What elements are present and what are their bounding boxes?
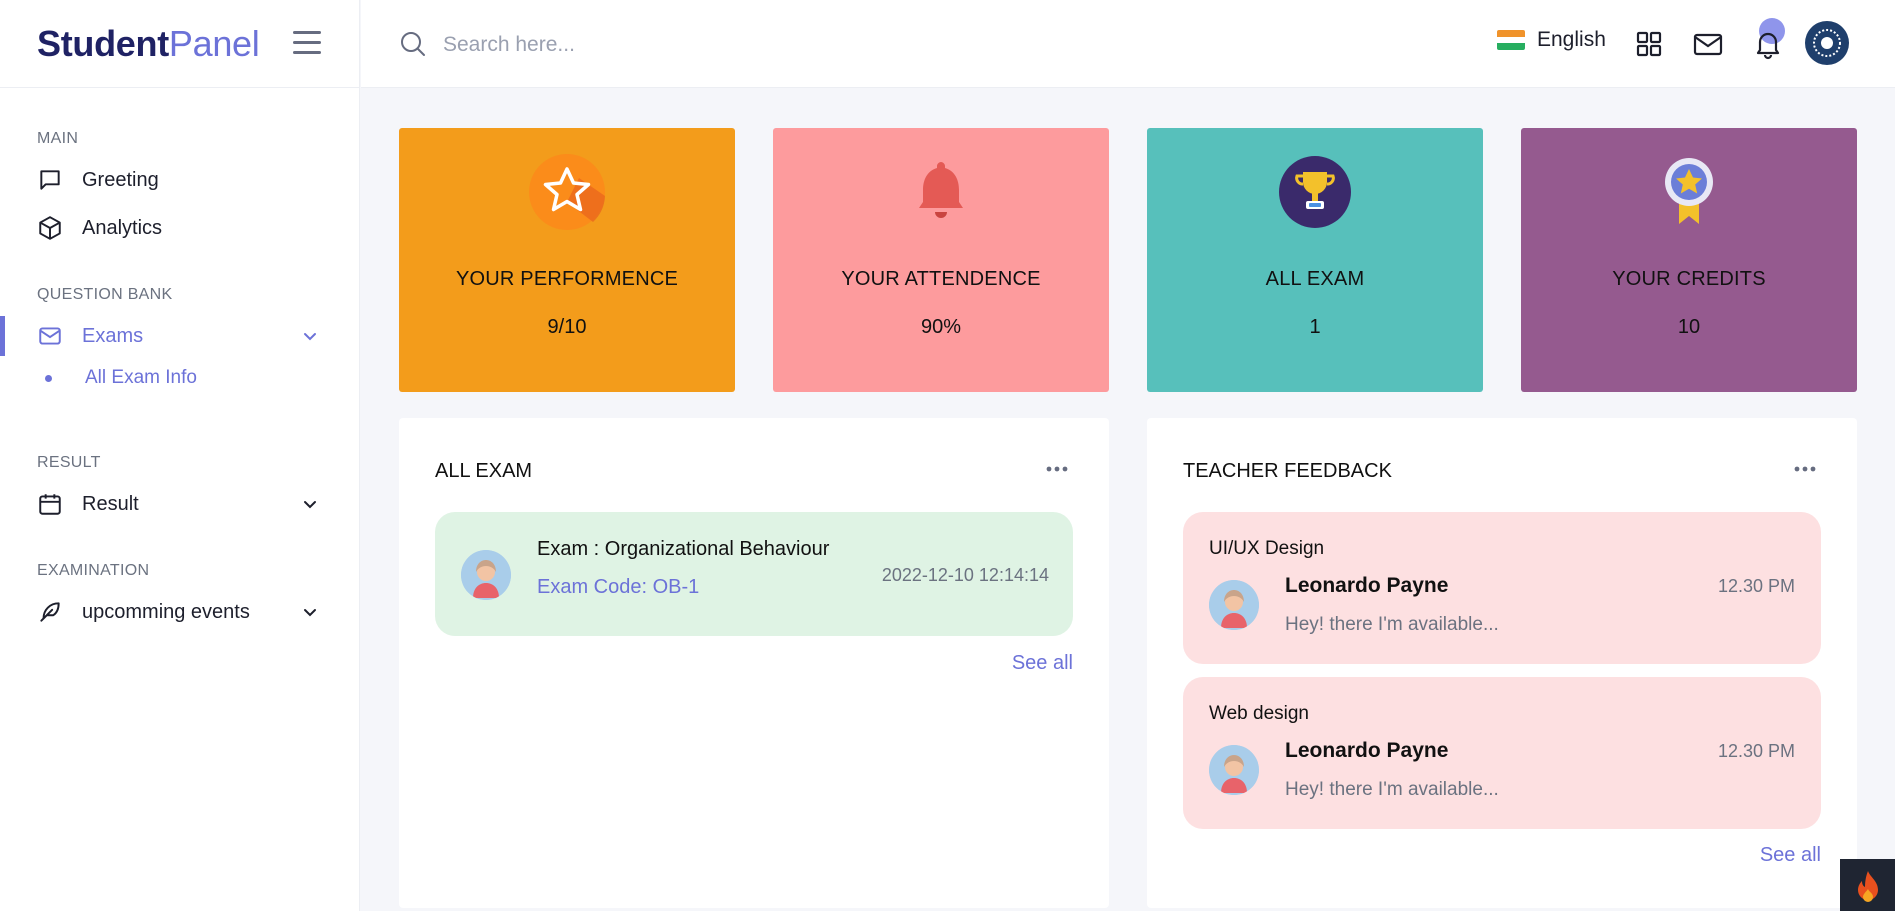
chevron-down-icon[interactable] bbox=[300, 494, 320, 514]
stat-title: YOUR CREDITS bbox=[1612, 268, 1766, 290]
bell-icon bbox=[919, 162, 963, 218]
more-options-icon[interactable] bbox=[1045, 464, 1069, 474]
see-all-link[interactable]: See all bbox=[1012, 652, 1073, 675]
search-input[interactable] bbox=[443, 28, 843, 62]
feedback-time: 12.30 PM bbox=[1717, 741, 1795, 761]
menu-toggle-icon[interactable] bbox=[293, 31, 321, 55]
language-label: English bbox=[1537, 28, 1606, 51]
emblem-icon bbox=[1807, 23, 1847, 63]
feedback-subject: Web design bbox=[1209, 703, 1309, 724]
apps-grid-icon[interactable] bbox=[1633, 28, 1665, 60]
medal-icon bbox=[1665, 158, 1713, 224]
star-icon bbox=[529, 154, 605, 230]
feedback-subject: UI/UX Design bbox=[1209, 538, 1325, 559]
feedback-item[interactable]: Web design Leonardo Payne 12.30 PM Hey! … bbox=[1183, 677, 1821, 829]
stat-card-attendance[interactable]: YOUR ATTENDENCE 90% bbox=[773, 128, 1109, 392]
sidebar-item-exams[interactable]: Exams bbox=[0, 316, 358, 356]
exam-code: Exam Code: OB-1 bbox=[537, 576, 700, 598]
user-avatar[interactable] bbox=[1805, 21, 1849, 65]
person-icon bbox=[1209, 580, 1259, 630]
person-icon bbox=[461, 550, 511, 600]
avatar bbox=[1209, 580, 1259, 630]
chevron-down-icon[interactable] bbox=[300, 602, 320, 622]
stat-value: 1 bbox=[1309, 316, 1321, 338]
sidebar-item-greeting[interactable]: Greeting bbox=[0, 160, 358, 200]
teacher-feedback-panel: TEACHER FEEDBACK UI/UX Design Leonardo P… bbox=[1147, 418, 1857, 908]
see-all-link[interactable]: See all bbox=[1760, 844, 1821, 867]
feedback-item[interactable]: UI/UX Design Leonardo Payne 12.30 PM Hey… bbox=[1183, 512, 1821, 664]
sidebar-item-label: Result bbox=[82, 492, 139, 515]
flame-button[interactable] bbox=[1840, 859, 1895, 911]
all-exam-panel: ALL EXAM Exam : Organizational Behaviour… bbox=[399, 418, 1109, 908]
mail-icon bbox=[39, 327, 61, 345]
sidebar-subitem-all-exam-info[interactable]: All Exam Info bbox=[45, 367, 197, 389]
feedback-teacher-name: Leonardo Payne bbox=[1285, 574, 1449, 597]
exam-list-item[interactable]: Exam : Organizational Behaviour Exam Cod… bbox=[435, 512, 1073, 636]
stat-card-credits[interactable]: YOUR CREDITS 10 bbox=[1521, 128, 1857, 392]
feedback-message: Hey! there I'm available... bbox=[1285, 614, 1499, 635]
language-selector[interactable]: English bbox=[1497, 28, 1606, 52]
top-bar: English bbox=[361, 0, 1895, 88]
sidebar-item-label: Exams bbox=[82, 324, 144, 347]
exam-title: Exam : Organizational Behaviour bbox=[537, 538, 830, 560]
calendar-icon bbox=[39, 494, 61, 515]
avatar bbox=[461, 550, 511, 600]
sidebar-item-label: Greeting bbox=[82, 168, 159, 191]
sidebar-item-analytics[interactable]: Analytics bbox=[0, 208, 358, 248]
sidebar-subitem-label: All Exam Info bbox=[85, 367, 197, 388]
sidebar: StudentPanel MAIN Greeting Analytics QUE… bbox=[0, 0, 360, 911]
nav-section-result: RESULT bbox=[37, 454, 101, 471]
nav-section-main: MAIN bbox=[37, 130, 79, 147]
stat-value: 90% bbox=[920, 316, 962, 338]
stat-title: YOUR PERFORMENCE bbox=[455, 268, 679, 290]
trophy-icon bbox=[1279, 156, 1351, 228]
stat-title: YOUR ATTENDENCE bbox=[841, 268, 1041, 290]
bell-icon[interactable] bbox=[1752, 28, 1784, 60]
cube-icon bbox=[39, 216, 61, 240]
search-icon[interactable] bbox=[399, 30, 427, 58]
feedback-message: Hey! there I'm available... bbox=[1285, 779, 1499, 800]
stat-card-performance[interactable]: YOUR PERFORMENCE 9/10 bbox=[399, 128, 735, 392]
nav-section-examination: EXAMINATION bbox=[37, 562, 150, 579]
sidebar-item-label: Analytics bbox=[82, 216, 163, 239]
sidebar-item-upcoming-events[interactable]: upcomming events bbox=[0, 592, 358, 632]
mail-icon[interactable] bbox=[1692, 28, 1724, 60]
brand-name-strong: Student bbox=[37, 22, 169, 64]
feedback-teacher-name: Leonardo Payne bbox=[1285, 739, 1449, 762]
panel-title: TEACHER FEEDBACK bbox=[1183, 460, 1392, 482]
feather-icon bbox=[40, 602, 60, 622]
brand-name-light: Panel bbox=[168, 22, 260, 64]
person-icon bbox=[1209, 745, 1259, 795]
sidebar-item-label: upcomming events bbox=[82, 600, 250, 623]
flame-icon bbox=[1858, 871, 1878, 902]
india-flag-icon bbox=[1497, 30, 1525, 50]
chat-icon bbox=[40, 170, 60, 190]
sidebar-item-result[interactable]: Result bbox=[0, 484, 358, 524]
bullet-dot bbox=[45, 374, 52, 382]
stat-value: 10 bbox=[1677, 316, 1701, 338]
chevron-down-icon[interactable] bbox=[300, 326, 320, 346]
avatar bbox=[1209, 745, 1259, 795]
stat-card-all-exam[interactable]: ALL EXAM 1 bbox=[1147, 128, 1483, 392]
feedback-time: 12.30 PM bbox=[1717, 576, 1795, 596]
panel-title: ALL EXAM bbox=[435, 460, 533, 482]
more-options-icon[interactable] bbox=[1793, 464, 1817, 474]
stat-title: ALL EXAM bbox=[1265, 268, 1365, 290]
stat-value: 9/10 bbox=[547, 316, 587, 338]
nav-section-question-bank: QUESTION BANK bbox=[37, 286, 173, 303]
exam-date: 2022-12-10 12:14:14 bbox=[881, 565, 1049, 585]
